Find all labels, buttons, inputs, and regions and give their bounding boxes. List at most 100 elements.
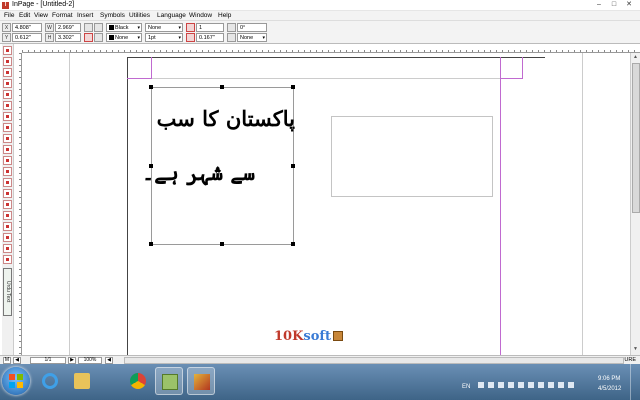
scrollbar-thumb[interactable] <box>632 63 640 213</box>
close-button[interactable]: ✕ <box>622 0 636 10</box>
rounded-rect-tool-icon[interactable] <box>3 145 12 154</box>
taskbar-internet-explorer[interactable] <box>36 367 64 395</box>
empty-text-frame[interactable] <box>331 116 493 197</box>
wrap-dropdown[interactable]: None ▾ <box>237 33 267 42</box>
tray-app-icon[interactable] <box>528 382 534 388</box>
picture-box-tool-icon[interactable] <box>3 178 12 187</box>
text-tool-icon[interactable] <box>3 57 12 66</box>
scroll-down-icon[interactable]: ▼ <box>631 345 640 354</box>
columns-field[interactable]: 1 <box>196 23 224 32</box>
resize-handle[interactable] <box>220 85 224 89</box>
gutter-field[interactable]: 0.167" <box>196 33 224 42</box>
vertical-scrollbar[interactable]: ▲ ▼ <box>630 53 640 355</box>
tray-expand-icon[interactable] <box>478 382 484 388</box>
menu-edit[interactable]: Edit <box>19 12 30 19</box>
height-field[interactable]: 3.302" <box>55 33 81 42</box>
taskbar-file-explorer[interactable] <box>68 367 96 395</box>
flip-vertical-icon[interactable] <box>94 23 103 32</box>
input-language[interactable]: EN <box>462 384 470 390</box>
resize-handle[interactable] <box>291 164 295 168</box>
first-page-icon[interactable]: M <box>3 357 11 364</box>
tray-app-icon[interactable] <box>518 382 524 388</box>
volume-icon[interactable] <box>568 382 574 388</box>
menu-language[interactable]: Language <box>157 12 186 19</box>
line-tool-icon[interactable] <box>3 222 12 231</box>
fill-icon[interactable] <box>94 33 103 42</box>
resize-handle[interactable] <box>220 242 224 246</box>
fill-dropdown[interactable]: None ▾ <box>106 33 142 42</box>
resize-handle[interactable] <box>149 85 153 89</box>
chevron-down-icon: ▾ <box>137 25 140 31</box>
prev-page-icon[interactable]: ◀ <box>13 357 21 364</box>
menu-file[interactable]: File <box>4 12 14 19</box>
taskbar-inpage[interactable] <box>187 367 215 395</box>
resize-handle[interactable] <box>291 242 295 246</box>
start-button[interactable] <box>2 367 30 395</box>
columns-icon <box>186 23 195 32</box>
unlink-tool-icon[interactable] <box>3 101 12 110</box>
y-label: Y <box>2 33 11 42</box>
minimize-button[interactable]: – <box>592 0 606 10</box>
zoom-tool-icon[interactable] <box>3 79 12 88</box>
menu-insert[interactable]: Insert <box>77 12 93 19</box>
lock-ratio-icon[interactable] <box>84 33 93 42</box>
clock-date[interactable]: 4/5/2012 <box>598 386 621 392</box>
column-guide <box>69 53 70 355</box>
text-frame-selected[interactable]: پاکستان کا سب سے شہر ہے۔ <box>142 87 295 245</box>
network-icon[interactable] <box>558 382 564 388</box>
picture-poly-tool-icon[interactable] <box>3 211 12 220</box>
horizontal-scrollbar[interactable] <box>124 357 624 364</box>
grid-tool-icon[interactable] <box>3 255 12 264</box>
urdu-text-line-2[interactable]: سے شہر ہے۔ <box>142 160 255 185</box>
menu-window[interactable]: Window <box>189 12 212 19</box>
menu-view[interactable]: View <box>34 12 48 19</box>
document-workspace[interactable]: پاکستان کا سب سے شہر ہے۔ 10Ksoft <box>22 53 630 355</box>
color-swatch <box>109 25 114 30</box>
picture-rect-tool-icon[interactable] <box>3 189 12 198</box>
tray-app-icon[interactable] <box>538 382 544 388</box>
resize-handle[interactable] <box>149 242 153 246</box>
flip-horizontal-icon[interactable] <box>84 23 93 32</box>
rectangle-tool-icon[interactable] <box>3 134 12 143</box>
width-field[interactable]: 2.969" <box>55 23 81 32</box>
next-page-icon[interactable]: ▶ <box>68 357 76 364</box>
angle-field[interactable]: 0° <box>237 23 267 32</box>
urdu-text-line-1[interactable]: پاکستان کا سب <box>157 106 295 131</box>
link-tool-icon[interactable] <box>3 90 12 99</box>
windows-taskbar: EN 9:06 PM 4/5/2012 <box>0 364 640 400</box>
rotate-tool-icon[interactable] <box>3 68 12 77</box>
menu-help[interactable]: Help <box>218 12 231 19</box>
select-tool-icon[interactable] <box>3 46 12 55</box>
resize-handle[interactable] <box>149 164 153 168</box>
file-manager-icon <box>162 374 178 390</box>
menu-symbols[interactable]: Symbols <box>100 12 125 19</box>
zoom-field[interactable]: 100% <box>78 357 102 364</box>
text-box-tool-icon[interactable] <box>3 123 12 132</box>
y-position-field[interactable]: 0.612" <box>12 33 42 42</box>
urdu-text-tool[interactable]: Urdu Text <box>3 268 12 316</box>
oval-tool-icon[interactable] <box>3 156 12 165</box>
ortho-line-tool-icon[interactable] <box>3 233 12 242</box>
scroll-up-icon[interactable]: ▲ <box>631 53 640 62</box>
table-tool-icon[interactable] <box>3 244 12 253</box>
maximize-button[interactable]: □ <box>607 0 621 10</box>
color-dropdown[interactable]: Black ▾ <box>106 23 142 32</box>
picture-oval-tool-icon[interactable] <box>3 200 12 209</box>
tray-app-icon[interactable] <box>508 382 514 388</box>
scroll-left-icon[interactable]: ◀ <box>105 357 113 364</box>
polygon-tool-icon[interactable] <box>3 167 12 176</box>
tray-app-icon[interactable] <box>498 382 504 388</box>
clock-time[interactable]: 9:06 PM <box>598 376 620 382</box>
line-width-dropdown[interactable]: 1pt ▾ <box>145 33 183 42</box>
line-style-dropdown[interactable]: None ▾ <box>145 23 183 32</box>
resize-handle[interactable] <box>291 85 295 89</box>
tray-app-icon[interactable] <box>488 382 494 388</box>
action-center-icon[interactable] <box>548 382 554 388</box>
x-position-field[interactable]: 4.808" <box>12 23 42 32</box>
crop-tool-icon[interactable] <box>3 112 12 121</box>
taskbar-chrome[interactable] <box>124 367 152 395</box>
menu-utilities[interactable]: Utilities <box>129 12 150 19</box>
show-desktop-button[interactable] <box>630 364 640 400</box>
taskbar-file-manager[interactable] <box>155 367 183 395</box>
menu-format[interactable]: Format <box>52 12 73 19</box>
